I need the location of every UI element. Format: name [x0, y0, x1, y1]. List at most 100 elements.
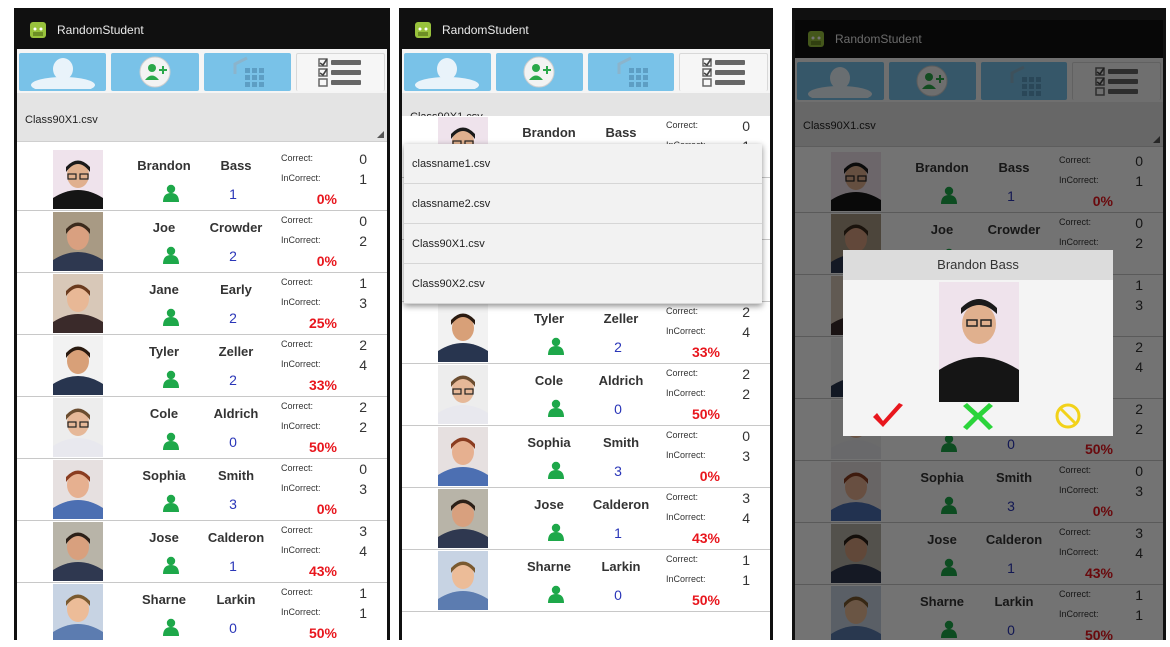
tab-attendance-list[interactable]: [295, 53, 385, 91]
student-first-name: Cole: [534, 373, 564, 388]
dropdown-option[interactable]: classname1.csv: [404, 144, 762, 184]
student-last-name: Larkin: [216, 592, 256, 607]
student-photo: [53, 398, 103, 457]
person-icon[interactable]: [163, 370, 179, 388]
student-first-name: Jose: [149, 530, 179, 545]
incorrect-count: 4: [742, 510, 750, 526]
correct-percent: 50%: [691, 592, 720, 608]
correct-count: 3: [742, 490, 750, 506]
class-file-dropdown: classname1.csv classname2.csv Class90X1.cs…: [404, 144, 762, 304]
correct-label: Correct:: [281, 339, 314, 349]
incorrect-count: 2: [359, 419, 367, 435]
dialog-student-photo: [939, 282, 1019, 402]
times-picked-count: 0: [229, 620, 237, 636]
tab-attendance-list[interactable]: [679, 53, 768, 91]
dialog-title: Brandon Bass: [843, 250, 1113, 280]
import-grid-icon: [617, 56, 648, 87]
mark-correct-button[interactable]: [871, 401, 905, 431]
person-icon[interactable]: [163, 494, 179, 512]
student-first-name: Brandon: [522, 125, 576, 140]
incorrect-label: InCorrect:: [281, 359, 321, 369]
times-picked-count: 2: [229, 310, 237, 326]
incorrect-label: InCorrect:: [666, 512, 706, 522]
times-picked-count: 2: [229, 248, 237, 264]
student-row[interactable]: Tyler Zeller 2 Correct: InCorrect: 2 4 33%: [17, 335, 387, 397]
student-row[interactable]: Sophia Smith 3 Correct: InCorrect: 0 3 0%: [402, 426, 770, 488]
student-first-name: Brandon: [137, 158, 191, 173]
person-icon[interactable]: [163, 246, 179, 264]
student-row[interactable]: Cole Aldrich 0 Correct: InCorrect: 2 2 50%: [402, 364, 770, 426]
app-title: RandomStudent: [442, 23, 529, 37]
tab-student-view[interactable]: [404, 53, 491, 91]
correct-label: Correct:: [666, 492, 699, 502]
phone-screen-dropdown: RandomStudent Class90X1.csv classname1.c…: [399, 8, 773, 640]
student-last-name: Early: [220, 282, 252, 297]
class-file-spinner[interactable]: Class90X1.csv: [17, 93, 387, 142]
tab-bar: [402, 49, 770, 93]
person-icon[interactable]: [548, 585, 564, 603]
incorrect-label: InCorrect:: [666, 574, 706, 584]
tab-import[interactable]: [203, 53, 291, 91]
android-logo-icon: [27, 19, 49, 41]
student-last-name: Calderon: [592, 497, 650, 512]
student-last-name: Bass: [605, 125, 637, 140]
person-icon[interactable]: [548, 399, 564, 417]
student-row[interactable]: Jose Calderon 1 Correct: InCorrect: 3 4 43%: [17, 521, 387, 583]
times-picked-count: 1: [229, 186, 237, 202]
correct-count: 2: [359, 337, 367, 353]
student-row[interactable]: Brandon Bass 1 Correct: InCorrect: 0 1 0%: [17, 149, 387, 211]
dropdown-option[interactable]: Class90X1.csv: [404, 224, 762, 264]
spinner-arrow-icon: [377, 131, 384, 138]
correct-count: 0: [359, 213, 367, 229]
app-screen: RandomStudent Class90X1.csv BrandonBass1…: [795, 20, 1163, 640]
incorrect-count: 4: [359, 357, 367, 373]
student-last-name: Calderon: [207, 530, 265, 545]
times-picked-count: 0: [229, 434, 237, 450]
student-first-name: Tyler: [533, 311, 565, 326]
person-icon[interactable]: [163, 556, 179, 574]
student-list: Brandon Bass 1 Correct: InCorrect: 0 1 0% Joe Cro…: [17, 149, 387, 640]
add-student-icon: [523, 56, 555, 88]
person-icon[interactable]: [163, 432, 179, 450]
correct-percent: 25%: [308, 315, 337, 331]
student-row[interactable]: Cole Aldrich 0 Correct: InCorrect: 2 2 50%: [17, 397, 387, 459]
person-icon[interactable]: [163, 184, 179, 202]
no-entry-icon: [1055, 403, 1081, 429]
student-row[interactable]: Jane Early 2 Correct: InCorrect: 1 3 25%: [17, 273, 387, 335]
tab-bar: [17, 49, 387, 93]
tab-import[interactable]: [587, 53, 675, 91]
phone-screen-list: RandomStudent Class90X1.csv Brandon Bass 1…: [14, 8, 390, 640]
student-row[interactable]: Sharne Larkin 0 Correct: InCorrect: 1 1 50%: [17, 583, 387, 640]
mark-absent-button[interactable]: [1051, 401, 1085, 431]
tab-student-view[interactable]: [19, 53, 107, 91]
student-row[interactable]: Sharne Larkin 0 Correct: InCorrect: 1 1 50%: [402, 550, 770, 612]
correct-label: Correct:: [281, 215, 314, 225]
person-icon[interactable]: [163, 618, 179, 636]
correct-count: 0: [359, 461, 367, 477]
student-row[interactable]: Tyler Zeller 2 Correct: InCorrect: 2 4 33%: [402, 302, 770, 364]
student-row[interactable]: Sophia Smith 3 Correct: InCorrect: 0 3 0%: [17, 459, 387, 521]
student-row[interactable]: Joe Crowder 2 Correct: InCorrect: 0 2 0%: [17, 211, 387, 273]
dropdown-option[interactable]: Class90X2.csv: [404, 264, 762, 304]
dropdown-option[interactable]: classname2.csv: [404, 184, 762, 224]
tab-add-student[interactable]: [111, 53, 199, 91]
incorrect-label: InCorrect:: [666, 450, 706, 460]
student-first-name: Jane: [149, 282, 179, 297]
student-photo: [53, 584, 103, 640]
correct-count: 1: [742, 552, 750, 568]
person-icon[interactable]: [548, 461, 564, 479]
app-title: RandomStudent: [57, 23, 144, 37]
incorrect-count: 2: [742, 386, 750, 402]
correct-count: 1: [359, 275, 367, 291]
tab-add-student[interactable]: [495, 53, 583, 91]
student-last-name: Smith: [602, 435, 640, 450]
person-icon[interactable]: [548, 523, 564, 541]
student-row[interactable]: Jose Calderon 1 Correct: InCorrect: 3 4 43%: [402, 488, 770, 550]
incorrect-label: InCorrect:: [666, 388, 706, 398]
times-picked-count: 2: [614, 339, 622, 355]
mark-incorrect-button[interactable]: [961, 401, 995, 431]
correct-count: 2: [742, 304, 750, 320]
person-icon[interactable]: [548, 337, 564, 355]
student-first-name: Joe: [152, 220, 176, 235]
person-icon[interactable]: [163, 308, 179, 326]
